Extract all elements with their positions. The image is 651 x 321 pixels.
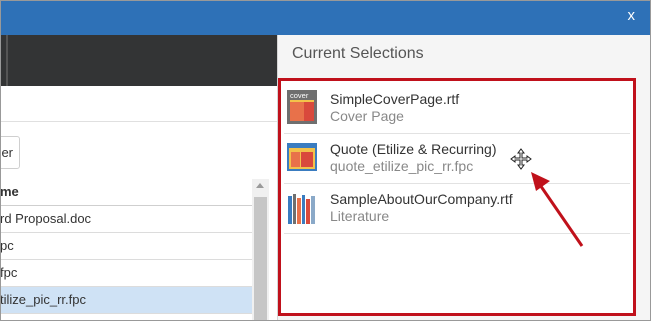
dialog-titlebar: x bbox=[0, 0, 651, 35]
pane-title: Current Selections bbox=[292, 45, 424, 62]
file-row-selected[interactable]: tilize_pic_rr.fpc bbox=[0, 287, 252, 314]
file-row[interactable]: rd Proposal.doc bbox=[0, 206, 252, 233]
separator bbox=[0, 121, 277, 122]
selection-name: SampleAboutOurCompany.rtf bbox=[330, 191, 513, 207]
quote-icon bbox=[287, 143, 317, 171]
annotation-arrow-icon bbox=[531, 172, 584, 247]
scrollbar-thumb[interactable] bbox=[254, 197, 267, 321]
move-cursor-icon bbox=[510, 148, 532, 170]
selection-category: quote_etilize_pic_rr.fpc bbox=[330, 158, 474, 174]
filter-button[interactable]: er bbox=[0, 136, 20, 169]
thumb-label: cover bbox=[290, 91, 309, 100]
selection-name: Quote (Etilize & Recurring) bbox=[330, 141, 497, 157]
file-row[interactable]: fpc bbox=[0, 260, 252, 287]
left-toolbar bbox=[0, 35, 277, 86]
cover-page-icon: cover bbox=[287, 90, 317, 124]
toolbar-divider bbox=[6, 35, 8, 86]
file-list-scrollbar[interactable] bbox=[252, 179, 269, 321]
current-selections-pane: Current Selections cover SimpleCoverPage… bbox=[278, 35, 651, 321]
selection-category: Cover Page bbox=[330, 108, 404, 124]
column-header-name[interactable]: me bbox=[0, 179, 252, 206]
close-button[interactable]: x bbox=[628, 7, 636, 24]
selection-name: SimpleCoverPage.rtf bbox=[330, 91, 460, 107]
file-row[interactable] bbox=[0, 314, 252, 321]
books-icon bbox=[288, 194, 315, 224]
selection-category: Literature bbox=[330, 208, 390, 224]
selection-item[interactable]: cover SimpleCoverPage.rtf Cover Page bbox=[284, 84, 630, 134]
scroll-up-icon[interactable] bbox=[256, 183, 264, 188]
library-pane: er me rd Proposal.doc pc fpc tilize_pic_… bbox=[0, 86, 277, 321]
file-row[interactable]: pc bbox=[0, 233, 252, 260]
file-list: me rd Proposal.doc pc fpc tilize_pic_rr.… bbox=[0, 179, 252, 321]
